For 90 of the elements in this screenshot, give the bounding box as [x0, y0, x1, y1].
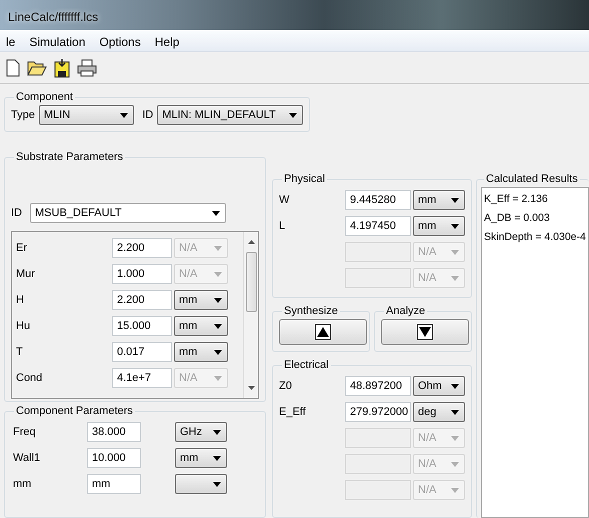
input-field[interactable]: 10.000 — [87, 448, 141, 468]
input-field[interactable]: 4.1e+7 — [112, 368, 172, 388]
param-label: L — [279, 218, 286, 234]
caret-icon — [451, 198, 459, 202]
field-label: ID — [142, 108, 154, 123]
caret-icon — [213, 482, 221, 486]
caret-icon — [451, 436, 459, 440]
analyze-button[interactable] — [381, 319, 469, 345]
caret-icon — [214, 350, 222, 354]
param-label: Mur — [16, 266, 36, 282]
unit-dropdown[interactable] — [175, 474, 227, 494]
unit-dropdown[interactable]: GHz — [175, 422, 227, 442]
input-field[interactable]: 38.000 — [87, 422, 141, 442]
caret-icon — [451, 224, 459, 228]
caret-icon — [214, 272, 222, 276]
param-label: Wall1 — [12, 450, 42, 466]
caret-icon — [451, 410, 459, 414]
result-line: SkinDepth = 4.030e-4 — [484, 230, 586, 245]
group-title: Calculated Results — [485, 174, 579, 185]
unit-dropdown[interactable]: Ohm — [413, 376, 465, 396]
caret-icon — [214, 298, 222, 302]
input-field[interactable]: 4.197450 — [345, 216, 411, 236]
input-field[interactable]: 15.000 — [112, 316, 172, 336]
param-label: E_Eff — [279, 404, 307, 420]
param-label: W — [279, 192, 290, 208]
menu-item[interactable]: Options — [99, 33, 141, 51]
group-title: Component Parameters — [15, 406, 134, 417]
param-label: mm — [12, 476, 32, 492]
param-label: Z0 — [279, 378, 293, 394]
unit-dropdown[interactable]: mm — [174, 342, 228, 362]
param-label: Freq — [12, 424, 37, 440]
group-title: Electrical — [283, 360, 330, 371]
scrollbar[interactable] — [243, 232, 258, 398]
input-field[interactable]: 1.000 — [112, 264, 172, 284]
unit-dropdown[interactable]: mm — [413, 190, 465, 210]
caret-icon — [451, 276, 459, 280]
param-label: T — [16, 344, 24, 360]
id-dropdown[interactable]: MLIN: MLIN_DEFAULT — [157, 105, 303, 125]
param-label: Cond — [16, 370, 44, 386]
input-field[interactable]: 2.200 — [112, 238, 172, 258]
group-title: Component — [15, 92, 74, 103]
printer-icon[interactable] — [77, 58, 97, 76]
group-title: Synthesize — [283, 306, 339, 317]
field-label: ID — [11, 206, 22, 221]
up-triangle-icon — [315, 324, 331, 340]
param-label: Er — [16, 240, 28, 256]
down-triangle-icon — [417, 324, 433, 340]
group-title: Substrate Parameters — [15, 152, 124, 163]
result-line: K_Eff = 2.136 — [484, 192, 549, 207]
unit-dropdown[interactable]: mm — [174, 290, 228, 310]
save-disk-icon[interactable] — [54, 58, 70, 78]
field-label: Type — [11, 108, 35, 123]
window-title: LineCalc/fffffff.lcs — [8, 10, 98, 24]
unit-dropdown[interactable]: mm — [413, 216, 465, 236]
open-folder-icon[interactable] — [27, 60, 47, 76]
new-file-icon[interactable] — [6, 58, 20, 76]
input-field[interactable]: mm — [87, 474, 141, 494]
input-field[interactable]: 2.200 — [112, 290, 172, 310]
caret-icon — [451, 250, 459, 254]
unit-dropdown[interactable]: deg — [413, 402, 465, 422]
input-field[interactable]: 279.972000 — [345, 402, 411, 422]
caret-icon — [214, 376, 222, 380]
scroll-down-icon[interactable] — [248, 384, 254, 392]
caret-icon — [213, 456, 221, 460]
input-field[interactable]: 9.445280 — [345, 190, 411, 210]
scroll-up-icon[interactable] — [248, 238, 254, 246]
group-title: Physical — [283, 174, 326, 185]
unit-dropdown[interactable]: mm — [174, 316, 228, 336]
type-dropdown[interactable]: MLIN — [38, 105, 134, 125]
group-title: Analyze — [385, 306, 426, 317]
result-line: A_DB = 0.003 — [484, 211, 551, 226]
input-field[interactable]: 0.017 — [112, 342, 172, 362]
caret-icon — [214, 246, 222, 250]
caret-icon — [451, 384, 459, 388]
menu-item[interactable]: le — [6, 33, 16, 51]
caret-icon — [214, 324, 222, 328]
caret-icon — [451, 462, 459, 466]
input-field[interactable]: 48.897200 — [345, 376, 411, 396]
param-label: Hu — [16, 318, 32, 334]
caret-icon — [213, 430, 221, 434]
caret-icon — [212, 210, 220, 216]
synthesize-button[interactable] — [279, 319, 367, 345]
caret-icon — [120, 112, 128, 118]
substrate-dropdown[interactable]: MSUB_DEFAULT — [30, 203, 226, 223]
caret-icon — [289, 112, 297, 118]
unit-dropdown[interactable]: mm — [175, 448, 227, 468]
menu-item[interactable]: Simulation — [29, 33, 86, 51]
caret-icon — [451, 488, 459, 492]
param-label: H — [16, 292, 25, 308]
menu-item[interactable]: Help — [154, 33, 180, 51]
